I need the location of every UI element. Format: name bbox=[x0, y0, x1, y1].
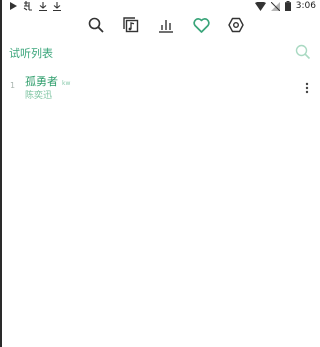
top-toolbar bbox=[86, 15, 246, 35]
music-library-icon[interactable] bbox=[121, 15, 141, 35]
song-index: 1 bbox=[10, 81, 16, 90]
heart-icon[interactable] bbox=[191, 15, 211, 35]
settings-icon[interactable] bbox=[226, 15, 246, 35]
play-icon bbox=[10, 2, 17, 10]
download-icon bbox=[53, 1, 61, 11]
playlist-title: 试听列表 bbox=[9, 47, 53, 60]
chart-icon[interactable] bbox=[156, 15, 176, 35]
search-icon[interactable] bbox=[295, 44, 311, 60]
more-options-icon[interactable] bbox=[304, 80, 310, 94]
playlist-header: 试听列表 bbox=[0, 42, 320, 62]
source-tag: kw bbox=[62, 80, 71, 87]
app-icon bbox=[23, 1, 33, 11]
signal-icon bbox=[270, 1, 280, 11]
status-bar: 3:06 bbox=[0, 0, 320, 12]
song-artist: 陈奕迅 bbox=[25, 91, 53, 101]
download-icon bbox=[39, 1, 47, 11]
wifi-icon bbox=[254, 1, 266, 11]
battery-icon bbox=[284, 1, 291, 11]
song-title-group: 孤勇者 kw bbox=[25, 73, 70, 89]
search-icon[interactable] bbox=[86, 15, 106, 35]
list-item[interactable]: 1 孤勇者 kw 陈奕迅 bbox=[0, 70, 320, 104]
status-time: 3:06 bbox=[295, 1, 316, 11]
song-title: 孤勇者 bbox=[25, 75, 58, 88]
